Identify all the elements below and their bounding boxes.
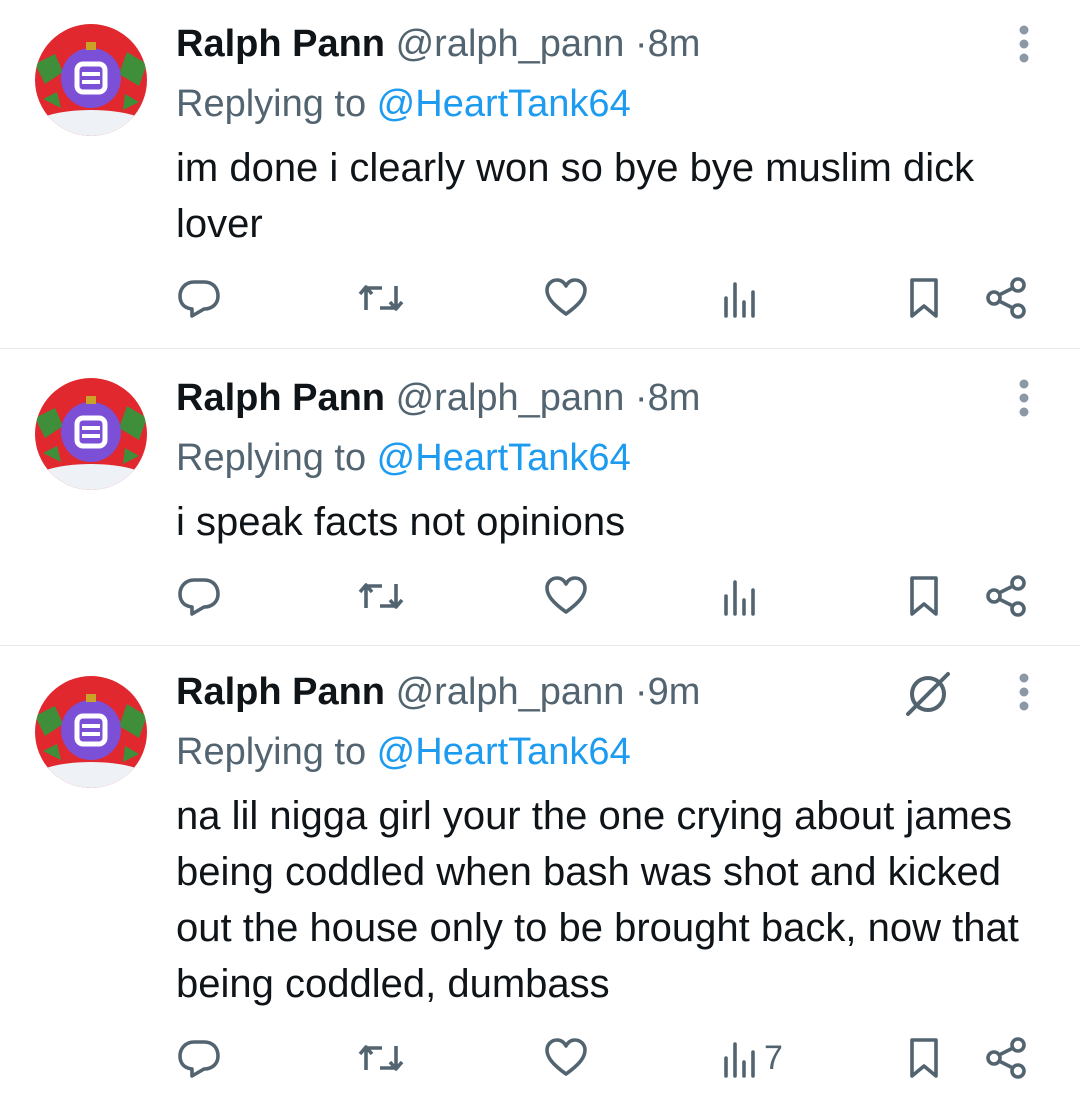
- retweet-icon: [358, 1045, 404, 1071]
- divider: [0, 348, 1080, 349]
- share-button[interactable]: [984, 574, 1028, 618]
- views-count: 7: [764, 1038, 783, 1077]
- retweet-button[interactable]: [356, 1036, 406, 1080]
- divider: [0, 645, 1080, 646]
- tweet-text: im done i clearly won so bye bye muslim …: [176, 146, 975, 246]
- tweet-header: Ralph Pann @ralph_pann ·8m: [176, 376, 700, 420]
- bookmark-icon: [910, 576, 938, 616]
- tweet-text: na lil nigga girl your the one crying ab…: [176, 794, 1019, 1006]
- user-handle[interactable]: @ralph_pann: [396, 377, 625, 419]
- tweet-header: Ralph Pann @ralph_pann ·8m: [176, 22, 700, 66]
- more-vertical-icon: [1019, 25, 1029, 63]
- bookmark-button[interactable]: [906, 574, 942, 618]
- separator: ·: [634, 377, 648, 419]
- more-vertical-icon: [1019, 673, 1029, 711]
- reply-icon: [178, 578, 220, 616]
- share-button[interactable]: [984, 276, 1028, 320]
- share-icon: [986, 1037, 1026, 1079]
- like-button[interactable]: [544, 574, 588, 618]
- separator: ·: [634, 671, 648, 713]
- bookmark-icon: [910, 1038, 938, 1078]
- more-options-button[interactable]: [1008, 370, 1040, 426]
- replying-to-line: Replying to @HeartTank64: [176, 730, 631, 774]
- replying-to-mention[interactable]: @HeartTank64: [377, 437, 631, 479]
- bookmark-button[interactable]: [906, 276, 942, 320]
- replying-to-label: Replying to: [176, 83, 377, 125]
- like-button[interactable]: [544, 276, 588, 320]
- retweet-button[interactable]: [356, 574, 406, 618]
- replying-to-label: Replying to: [176, 437, 377, 479]
- replying-to-label: Replying to: [176, 731, 377, 773]
- views-button[interactable]: 7: [720, 1036, 783, 1080]
- views-button[interactable]: [720, 574, 764, 618]
- replying-to-line: Replying to @HeartTank64: [176, 436, 631, 480]
- views-button[interactable]: [720, 276, 764, 320]
- avatar[interactable]: [35, 378, 147, 490]
- like-icon: [545, 278, 587, 316]
- reply-icon: [178, 280, 220, 318]
- retweet-button[interactable]: [356, 276, 406, 320]
- like-icon: [545, 576, 587, 614]
- views-icon: [724, 282, 755, 318]
- share-button[interactable]: [984, 1036, 1028, 1080]
- user-handle[interactable]: @ralph_pann: [396, 671, 625, 713]
- retweet-icon: [358, 285, 404, 311]
- reply-icon: [178, 1040, 220, 1078]
- reply-button[interactable]: [176, 574, 222, 618]
- like-button[interactable]: [544, 1036, 588, 1080]
- timestamp[interactable]: 8m: [648, 377, 701, 419]
- tweet-header: Ralph Pann @ralph_pann ·9m: [176, 670, 700, 714]
- replying-to-mention[interactable]: @HeartTank64: [377, 731, 631, 773]
- grok-button[interactable]: [900, 666, 956, 722]
- display-name[interactable]: Ralph Pann: [176, 671, 385, 713]
- more-options-button[interactable]: [1008, 664, 1040, 720]
- timestamp[interactable]: 8m: [648, 23, 701, 65]
- avatar[interactable]: [35, 24, 147, 136]
- display-name[interactable]: Ralph Pann: [176, 23, 385, 65]
- bookmark-button[interactable]: [906, 1036, 942, 1080]
- avatar[interactable]: [35, 676, 147, 788]
- tweet-text: i speak facts not opinions: [176, 500, 626, 544]
- reply-button[interactable]: [176, 276, 222, 320]
- like-icon: [545, 1038, 587, 1076]
- retweet-icon: [358, 583, 404, 609]
- share-icon: [986, 277, 1026, 319]
- grok-icon: [906, 672, 950, 716]
- views-icon: [724, 580, 755, 616]
- bookmark-icon: [910, 278, 938, 318]
- separator: ·: [634, 23, 648, 65]
- reply-button[interactable]: [176, 1036, 222, 1080]
- more-vertical-icon: [1019, 379, 1029, 417]
- replying-to-line: Replying to @HeartTank64: [176, 82, 631, 126]
- display-name[interactable]: Ralph Pann: [176, 377, 385, 419]
- user-handle[interactable]: @ralph_pann: [396, 23, 625, 65]
- share-icon: [986, 575, 1026, 617]
- replying-to-mention[interactable]: @HeartTank64: [377, 83, 631, 125]
- more-options-button[interactable]: [1008, 16, 1040, 72]
- timestamp[interactable]: 9m: [648, 671, 701, 713]
- views-icon: [724, 1042, 755, 1078]
